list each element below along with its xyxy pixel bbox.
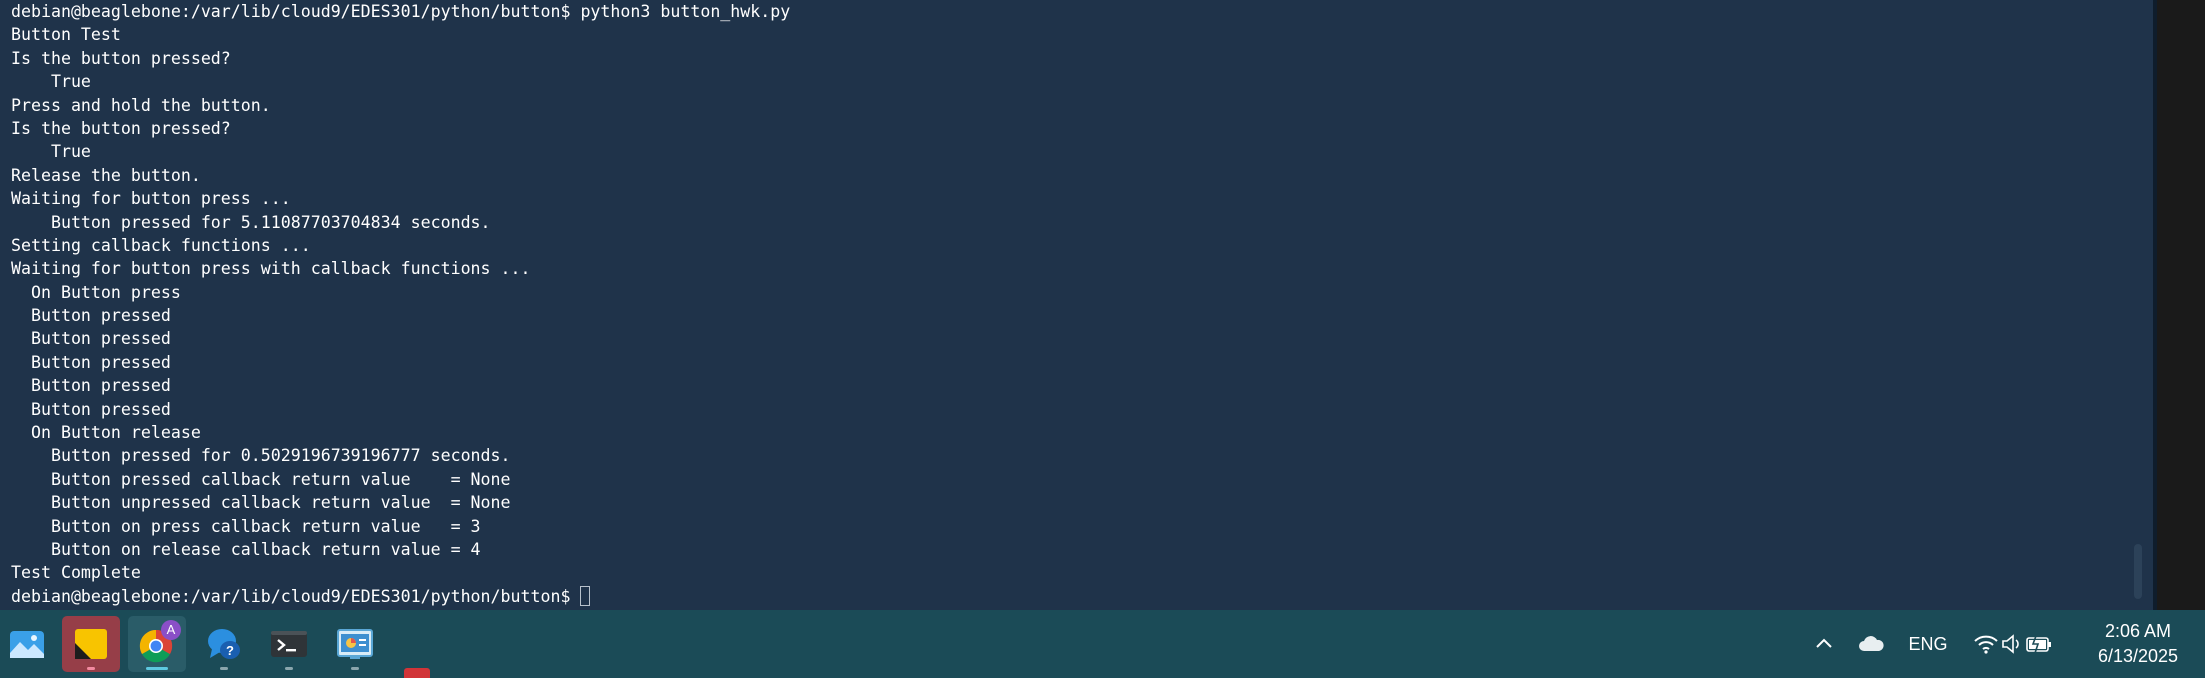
clock-time: 2:06 AM (2104, 621, 2172, 641)
sticky-notes-indicator (87, 667, 95, 670)
terminal-line: Button unpressed callback return value =… (11, 493, 511, 513)
terminal-line: Button on press callback return value = … (11, 516, 481, 536)
terminal-cursor (580, 585, 591, 606)
svg-text:?: ? (226, 643, 234, 658)
terminal-line: Button pressed (11, 329, 171, 349)
terminal-prompt: debian@beaglebone:/var/lib/cloud9/EDES30… (11, 586, 571, 606)
terminal-icon (271, 631, 307, 657)
help-icon: ? (208, 629, 240, 659)
terminal-line: Button on release callback return value … (11, 539, 481, 559)
taskbar-get-help-button[interactable]: ? (195, 616, 253, 672)
terminal-prompt-line[interactable]: debian@beaglebone:/var/lib/cloud9/EDES30… (11, 585, 2131, 608)
terminal-line: True (11, 72, 91, 92)
terminal-line: Button pressed (11, 306, 171, 326)
terminal-scrollbar[interactable] (2131, 0, 2153, 610)
overflow-app-icon (404, 668, 430, 678)
terminal-line: Button pressed for 0.5029196739196777 se… (11, 446, 511, 466)
battery-icon (2026, 635, 2051, 654)
terminal-line: Is the button pressed? (11, 48, 231, 68)
desktop-margin (2157, 0, 2205, 610)
taskbar-control-panel-button[interactable] (326, 616, 384, 672)
terminal-line: Release the button. (11, 165, 201, 185)
scrollbar-thumb[interactable] (2134, 544, 2142, 599)
onedrive-cloud-icon (1859, 636, 1884, 651)
chrome-profile-badge: A (161, 620, 181, 640)
photos-icon (10, 631, 44, 658)
terminal-line: On Button press (11, 282, 181, 302)
volume-icon (2002, 634, 2019, 654)
terminal-line: Press and hold the button. (11, 95, 271, 115)
show-hidden-icons-button[interactable] (1811, 630, 1837, 658)
quick-settings-button[interactable] (1969, 626, 2053, 662)
taskbar-clock[interactable]: 2:06 AM 6/13/2025 (2078, 619, 2198, 669)
terminal-line: Setting callback functions ... (11, 235, 311, 255)
terminal-line: Waiting for button press with callback f… (11, 259, 531, 279)
chevron-up-icon (1816, 638, 1832, 648)
terminal-output: debian@beaglebone:/var/lib/cloud9/EDES30… (11, 0, 2131, 608)
control-panel-indicator (351, 667, 359, 670)
onedrive-button[interactable] (1856, 630, 1886, 658)
language-indicator[interactable]: ENG (1900, 627, 1956, 661)
terminal-line: Test Complete (11, 563, 141, 583)
terminal-line: Button pressed (11, 376, 171, 396)
taskbar: A ? ENG (0, 610, 2205, 678)
get-help-indicator (220, 667, 228, 670)
sticky-notes-icon (75, 629, 107, 659)
clock-date: 6/13/2025 (2097, 646, 2179, 666)
terminal-line: True (11, 142, 91, 162)
taskbar-sticky-notes-button[interactable] (62, 616, 120, 672)
taskbar-photos-button[interactable] (0, 616, 55, 672)
terminal-line: Button pressed (11, 352, 171, 372)
terminal-line: Button pressed (11, 399, 171, 419)
chrome-active-indicator (146, 667, 168, 670)
terminal-indicator (285, 667, 293, 670)
terminal-line: Waiting for button press ... (11, 189, 291, 209)
terminal-line: Button Test (11, 25, 121, 45)
wifi-icon (1974, 635, 1998, 654)
terminal-window[interactable]: debian@beaglebone:/var/lib/cloud9/EDES30… (0, 0, 2153, 610)
terminal-line: debian@beaglebone:/var/lib/cloud9/EDES30… (11, 2, 791, 21)
terminal-line: On Button release (11, 423, 201, 443)
taskbar-chrome-button[interactable]: A (128, 616, 186, 672)
terminal-line: Button pressed callback return value = N… (11, 469, 511, 489)
control-panel-icon (337, 629, 373, 659)
taskbar-terminal-button[interactable] (260, 616, 318, 672)
terminal-line: Button pressed for 5.11087703704834 seco… (11, 212, 491, 232)
terminal-line: Is the button pressed? (11, 118, 231, 138)
